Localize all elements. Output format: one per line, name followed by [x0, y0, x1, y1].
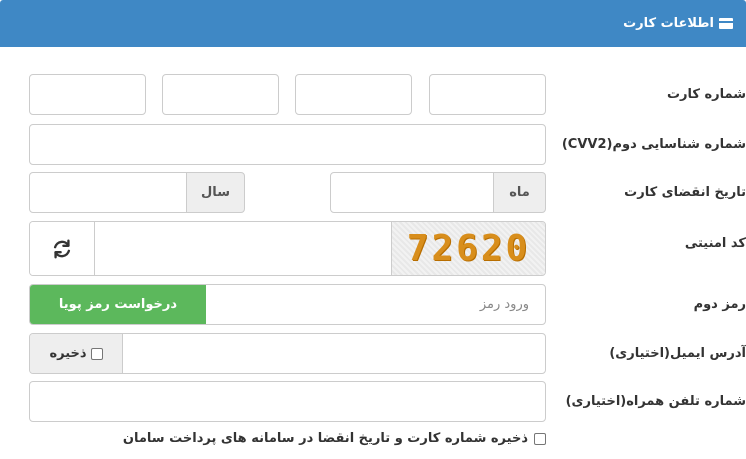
captcha-input[interactable] [96, 222, 392, 275]
month-addon: ماه [493, 172, 546, 213]
save-card-text: ذخیره شماره کارت و تاریخ انقضا در سامانه… [122, 431, 528, 446]
cvv2-label: شماره شناسایی دوم(CVV2) [561, 137, 746, 152]
card-number-field-2[interactable] [295, 74, 412, 115]
mobile-input[interactable] [29, 381, 546, 422]
save-card-checkbox[interactable] [534, 432, 546, 445]
credit-card-icon [719, 18, 733, 29]
captcha-code: 72620 [406, 228, 531, 269]
second-password-label: رمز دوم [693, 297, 746, 312]
captcha-image: 72620 [391, 222, 545, 275]
expiry-year-input[interactable] [29, 172, 187, 213]
email-save-checkbox[interactable] [90, 347, 103, 360]
captcha-group: 72620 [29, 221, 546, 276]
captcha-refresh-button[interactable] [30, 222, 95, 275]
cvv2-input[interactable] [29, 124, 546, 165]
second-password-group: ورود رمز درخواست رمز پویا [29, 284, 546, 325]
panel-title: اطلاعات کارت [623, 16, 714, 31]
expiry-label: تاریخ انقضای کارت [624, 185, 746, 200]
month-addon-label: ماه [509, 185, 530, 200]
email-save-label: ذخیره [49, 346, 87, 361]
dynamic-password-button[interactable]: درخواست رمز پویا [30, 285, 206, 324]
email-save-addon: ذخیره [30, 334, 123, 373]
save-card-option[interactable]: ذخیره شماره کارت و تاریخ انقضا در سامانه… [123, 431, 546, 446]
panel-header: اطلاعات کارت [0, 0, 746, 47]
email-label: آدرس ایمیل(اختیاری) [609, 346, 746, 361]
second-password-input[interactable]: ورود رمز [206, 285, 545, 324]
card-number-field-1[interactable] [429, 74, 546, 115]
captcha-label: کد امنیتی [684, 236, 746, 251]
mobile-label: شماره تلفن همراه(اختیاری) [565, 394, 746, 409]
card-number-field-3[interactable] [162, 74, 279, 115]
refresh-icon [53, 239, 71, 258]
expiry-month-input[interactable] [330, 172, 494, 213]
card-number-field-4[interactable] [29, 74, 146, 115]
email-group: ذخیره [29, 333, 546, 374]
year-addon: سال [186, 172, 245, 213]
year-addon-label: سال [201, 185, 230, 200]
card-number-label: شماره کارت [666, 87, 746, 102]
